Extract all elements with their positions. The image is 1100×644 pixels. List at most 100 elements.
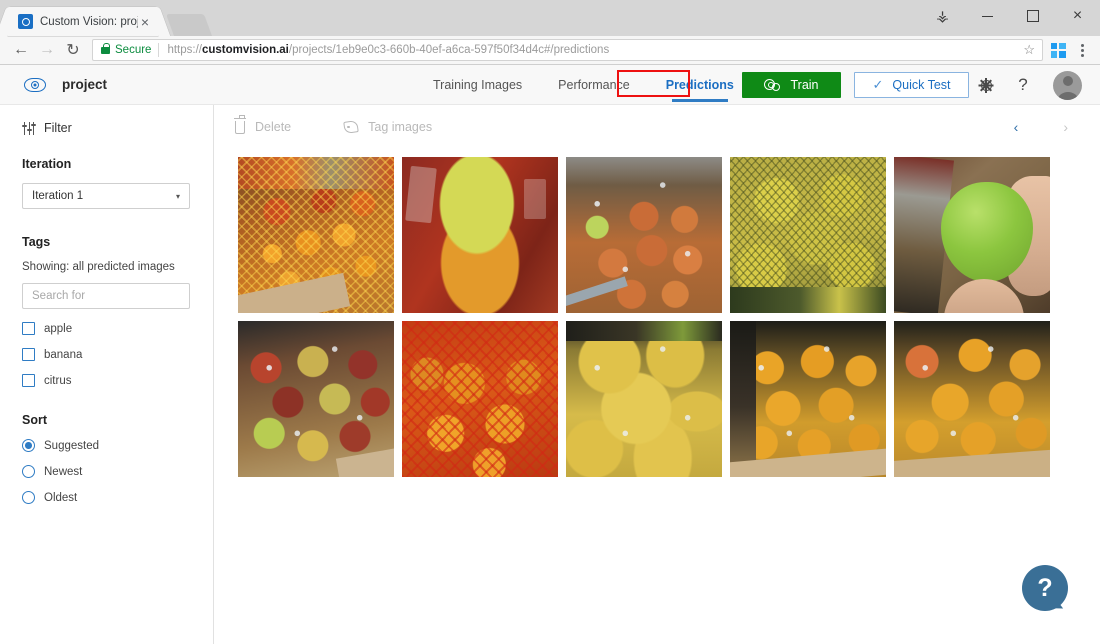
- tab-predictions[interactable]: Predictions: [648, 65, 752, 105]
- app-brand[interactable]: project: [0, 77, 107, 92]
- quick-test-button-label: Quick Test: [892, 78, 950, 92]
- sort-label: Newest: [44, 466, 82, 478]
- url-text: https://customvision.ai/projects/1eb9e0c…: [167, 44, 1020, 56]
- gear-icon: [979, 78, 994, 93]
- tag-label: citrus: [44, 375, 71, 387]
- close-icon[interactable]: ×: [138, 15, 152, 29]
- content-area: Delete Tag images ‹ ›: [214, 105, 1100, 644]
- prediction-thumbnail[interactable]: [238, 157, 394, 313]
- prediction-image-grid: [214, 149, 1100, 477]
- grid-row: [238, 157, 1100, 313]
- tags-heading: Tags: [22, 235, 213, 249]
- main-nav-tabs: Training Images Performance Predictions: [415, 65, 752, 105]
- url-domain: customvision.ai: [202, 44, 289, 56]
- lock-icon: [101, 47, 110, 54]
- train-button[interactable]: Train: [742, 72, 841, 98]
- url-path: /projects/1eb9e0c3-660b-40ef-a6ca-597f50…: [289, 44, 609, 56]
- radio-icon[interactable]: [22, 465, 35, 478]
- forward-icon: →: [34, 38, 60, 62]
- prediction-thumbnail[interactable]: [566, 321, 722, 477]
- prediction-thumbnail[interactable]: [402, 321, 558, 477]
- omnibox-divider: [158, 43, 159, 57]
- browser-menu-icon[interactable]: [1072, 44, 1092, 57]
- prediction-thumbnail[interactable]: [894, 321, 1050, 477]
- filter-sliders-icon: [22, 122, 36, 135]
- eye-icon: [24, 78, 46, 92]
- custom-vision-icon: [18, 14, 33, 29]
- page-title: project: [62, 77, 107, 92]
- browser-chrome: Custom Vision: project - × ⚶ ×: [0, 0, 1100, 36]
- iteration-selected-value: Iteration 1: [32, 190, 83, 202]
- grid-row: [238, 321, 1100, 477]
- prediction-thumbnail[interactable]: [730, 157, 886, 313]
- new-tab-button[interactable]: [166, 14, 212, 36]
- address-bar[interactable]: Secure https://customvision.ai/projects/…: [92, 39, 1043, 61]
- tab-training-images[interactable]: Training Images: [415, 65, 540, 105]
- extension-icon[interactable]: [1051, 43, 1066, 58]
- settings-button[interactable]: [969, 65, 1003, 105]
- sort-label: Suggested: [44, 440, 99, 452]
- header-actions: Train ✓ Quick Test ?: [742, 65, 1082, 105]
- checkbox-icon[interactable]: [22, 374, 35, 387]
- delete-button[interactable]: Delete: [235, 120, 291, 134]
- profile-icon[interactable]: ⚶: [920, 0, 965, 32]
- tag-label: apple: [44, 323, 72, 335]
- delete-label: Delete: [255, 120, 291, 134]
- tag-filter-apple[interactable]: apple: [22, 322, 213, 335]
- app-header: project Training Images Performance Pred…: [0, 65, 1100, 105]
- filter-header[interactable]: Filter: [22, 121, 213, 135]
- tag-images-button[interactable]: Tag images: [344, 120, 432, 134]
- avatar[interactable]: [1053, 71, 1082, 100]
- tab-performance[interactable]: Performance: [540, 65, 648, 105]
- radio-icon[interactable]: [22, 491, 35, 504]
- tags-section: Tags Showing: all predicted images Searc…: [22, 235, 213, 387]
- help-chat-button[interactable]: ?: [1022, 565, 1068, 611]
- url-scheme: https://: [167, 44, 202, 56]
- prediction-thumbnail[interactable]: [730, 321, 886, 477]
- prediction-thumbnail[interactable]: [566, 157, 722, 313]
- browser-tab[interactable]: Custom Vision: project - ×: [8, 7, 158, 36]
- tag-search-input[interactable]: Search for: [22, 283, 190, 309]
- sort-option-suggested[interactable]: Suggested: [22, 439, 213, 452]
- help-button[interactable]: ?: [1003, 65, 1037, 105]
- checkbox-icon[interactable]: [22, 348, 35, 361]
- showing-status-text: Showing: all predicted images: [22, 261, 213, 273]
- reload-icon[interactable]: ↻: [60, 38, 86, 62]
- tag-filter-citrus[interactable]: citrus: [22, 374, 213, 387]
- chevron-down-icon: ▾: [176, 192, 180, 201]
- trash-icon: [235, 121, 245, 134]
- question-mark-icon: ?: [1018, 75, 1027, 95]
- prediction-thumbnail[interactable]: [894, 157, 1050, 313]
- sort-option-newest[interactable]: Newest: [22, 465, 213, 478]
- content-toolbar: Delete Tag images ‹ ›: [214, 105, 1100, 149]
- next-page-button: ›: [1057, 117, 1074, 137]
- gears-icon: [764, 79, 781, 92]
- prediction-thumbnail[interactable]: [402, 157, 558, 313]
- sort-option-oldest[interactable]: Oldest: [22, 491, 213, 504]
- maximize-button[interactable]: [1010, 0, 1055, 32]
- tag-label: banana: [44, 349, 82, 361]
- previous-page-button[interactable]: ‹: [1008, 117, 1025, 137]
- secure-label: Secure: [115, 44, 151, 56]
- prediction-thumbnail[interactable]: [238, 321, 394, 477]
- sort-label: Oldest: [44, 492, 77, 504]
- minimize-button[interactable]: [965, 0, 1010, 32]
- quick-test-button[interactable]: ✓ Quick Test: [854, 72, 969, 98]
- page-body: Filter Iteration Iteration 1 ▾ Tags Show…: [0, 105, 1100, 644]
- checkbox-icon[interactable]: [22, 322, 35, 335]
- iteration-dropdown[interactable]: Iteration 1 ▾: [22, 183, 190, 209]
- sort-heading: Sort: [22, 413, 213, 427]
- pagination: ‹ ›: [1008, 105, 1074, 149]
- radio-icon[interactable]: [22, 439, 35, 452]
- bookmark-star-icon[interactable]: ☆: [1020, 42, 1038, 58]
- tag-images-label: Tag images: [368, 120, 432, 134]
- train-button-label: Train: [790, 78, 818, 92]
- back-icon[interactable]: ←: [8, 38, 34, 62]
- browser-toolbar: ← → ↻ Secure https://customvision.ai/pro…: [0, 36, 1100, 65]
- window-close-button[interactable]: ×: [1055, 0, 1100, 32]
- browser-tab-title: Custom Vision: project -: [40, 16, 138, 28]
- sort-section: Sort Suggested Newest Oldest: [22, 413, 213, 504]
- sidebar: Filter Iteration Iteration 1 ▾ Tags Show…: [0, 105, 214, 644]
- tag-filter-banana[interactable]: banana: [22, 348, 213, 361]
- filter-label: Filter: [44, 121, 72, 135]
